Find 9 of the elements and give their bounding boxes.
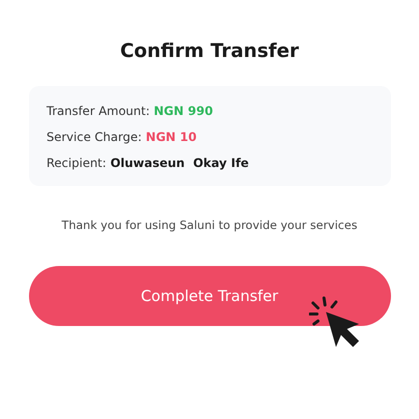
detail-value: NGN 990 (154, 104, 213, 118)
thank-you-note: Thank you for using Saluni to provide your services (62, 218, 358, 232)
detail-label: Transfer Amount: (46, 104, 150, 118)
complete-transfer-button[interactable]: Complete Transfer (28, 266, 390, 326)
detail-label: Recipient: (46, 156, 106, 170)
detail-label: Service Charge: (46, 130, 142, 144)
detail-value: NGN 10 (146, 130, 197, 144)
detail-value: Oluwaseun Okay Ife (110, 156, 249, 170)
dialog-title: Confirm Transfer (120, 40, 299, 62)
